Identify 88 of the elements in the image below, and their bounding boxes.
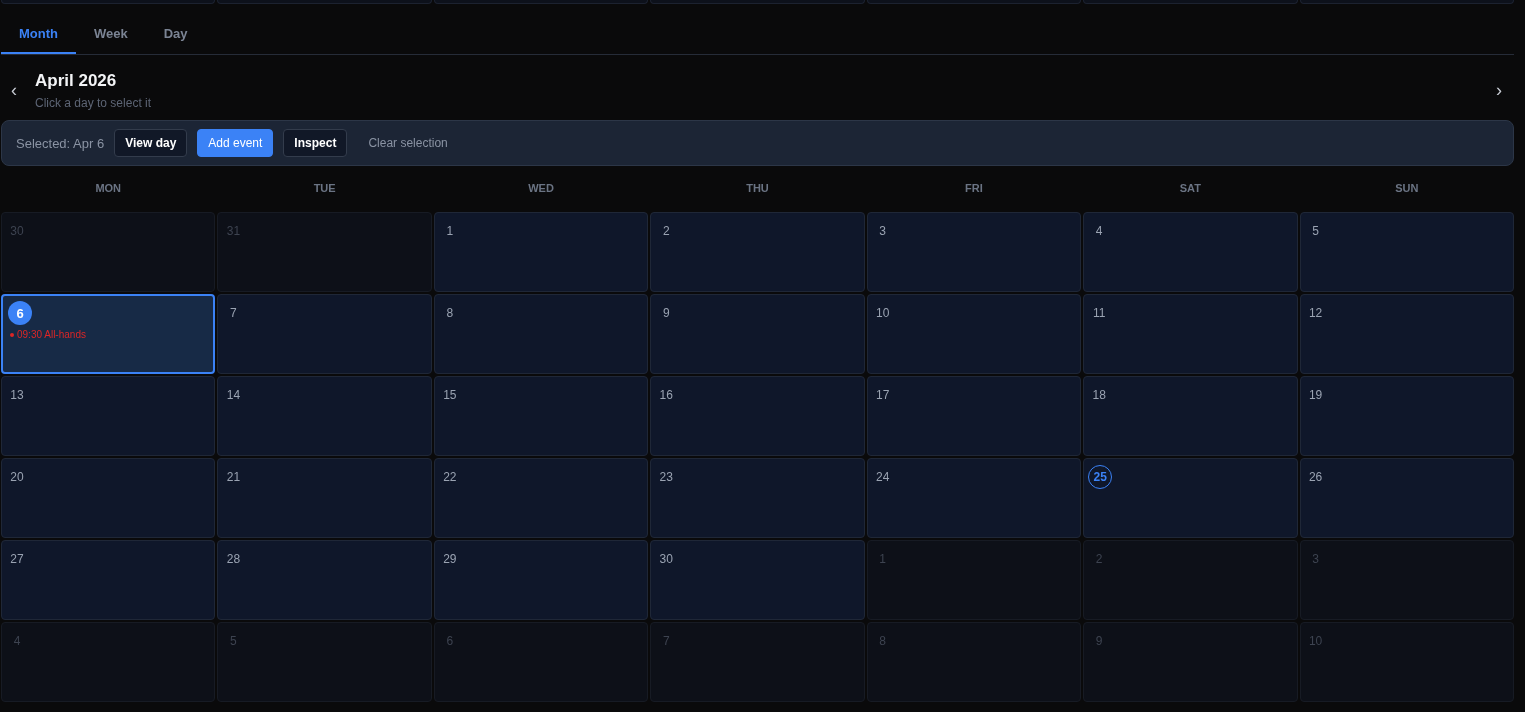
day-number: 16	[659, 387, 674, 403]
day-cell[interactable]: 24	[866, 458, 1082, 538]
day-cell[interactable]: 27	[1, 540, 216, 620]
day-number: 14	[226, 387, 241, 403]
day-cell[interactable]: 14	[217, 376, 432, 456]
day-cell[interactable]: 26	[1299, 458, 1514, 538]
weekday-label: FRI	[964, 182, 984, 196]
weekday-label: THU	[745, 182, 770, 196]
action-button[interactable]: Inspect	[283, 129, 348, 157]
day-cell[interactable]: 13	[1, 376, 216, 456]
day-cell[interactable]: 25	[1083, 458, 1298, 538]
day-number: 29	[442, 551, 457, 567]
day-number: 2	[661, 223, 671, 239]
day-number: 20	[10, 469, 24, 485]
day-number: 30	[659, 551, 674, 567]
day-cell[interactable]: 29	[433, 540, 649, 620]
month-subtitle: Click a day to select it	[35, 96, 153, 110]
selection-label: Selected: Apr 6	[16, 135, 105, 151]
view-tab[interactable]: Week	[76, 14, 146, 54]
day-number: 6	[8, 301, 32, 325]
view-tab[interactable]: Day	[145, 14, 206, 54]
weekday-label: TUE	[312, 182, 337, 196]
day-number: 13	[10, 387, 24, 403]
day-number: 28	[226, 551, 241, 567]
day-cell[interactable]: 22	[433, 458, 649, 538]
day-cell[interactable]: 21	[217, 458, 432, 538]
day-number: 2	[1094, 551, 1104, 567]
day-number: 15	[442, 387, 457, 403]
day-number: 27	[10, 551, 24, 567]
day-number: 5	[229, 633, 238, 649]
day-cell[interactable]: 16	[650, 376, 865, 456]
day-number: 7	[661, 633, 671, 649]
day-number: 4	[1094, 223, 1104, 239]
day-number: 21	[226, 469, 241, 485]
day-number: 1	[445, 223, 455, 239]
day-number: 5	[1311, 223, 1320, 239]
day-number: 17	[875, 387, 890, 403]
day-number: 24	[875, 469, 890, 485]
day-cell[interactable]: 23	[650, 458, 865, 538]
day-number: 4	[12, 633, 22, 649]
day-cell[interactable]: 2	[650, 212, 865, 292]
day-number: 3	[878, 223, 888, 239]
day-cell[interactable]: 28	[217, 540, 432, 620]
previous-month-button[interactable]: ‹	[7, 80, 21, 101]
day-cell[interactable]: 7	[217, 294, 432, 374]
day-cell[interactable]: 5	[1299, 212, 1514, 292]
day-cell[interactable]: 19	[1299, 376, 1514, 456]
day-number: 12	[1308, 305, 1323, 321]
action-button[interactable]: Add event	[197, 129, 274, 157]
day-cell[interactable]: 3	[866, 212, 1082, 292]
day-cell[interactable]: 6 09:30 All-hands	[1, 294, 216, 374]
day-number: 10	[1308, 633, 1323, 649]
month-title: April 2026	[35, 71, 118, 91]
day-cell[interactable]: 4	[1083, 212, 1298, 292]
action-button[interactable]: Clear selection	[357, 129, 459, 157]
weekday-label: MON	[94, 182, 123, 196]
day-cell[interactable]: 17	[866, 376, 1082, 456]
day-cell[interactable]: 10	[866, 294, 1082, 374]
day-cell[interactable]: 20	[1, 458, 216, 538]
day-cell[interactable]: 30	[650, 540, 865, 620]
view-tab[interactable]: Month	[1, 14, 76, 54]
day-number: 11	[1092, 305, 1107, 321]
day-number: 23	[659, 469, 674, 485]
day-cell[interactable]: 1	[433, 212, 649, 292]
day-number: 8	[445, 305, 455, 321]
day-cell[interactable]: 9	[650, 294, 865, 374]
day-cell[interactable]: 11	[1083, 294, 1298, 374]
day-number: 9	[661, 305, 671, 321]
day-number: 3	[1311, 551, 1320, 567]
day-number: 22	[442, 469, 457, 485]
day-cell[interactable]: 8	[433, 294, 649, 374]
day-number: 7	[229, 305, 238, 321]
day-cell[interactable]: 12	[1299, 294, 1514, 374]
action-button[interactable]: View day	[114, 129, 188, 157]
day-number: 19	[1308, 387, 1323, 403]
day-number: 1	[878, 551, 888, 567]
weekday-label: WED	[527, 182, 555, 196]
weekday-label: SUN	[1394, 182, 1420, 196]
next-month-button[interactable]: ›	[1492, 80, 1506, 101]
day-number: 30	[10, 223, 24, 239]
day-number: 26	[1308, 469, 1323, 485]
day-number: 18	[1092, 387, 1107, 403]
day-number: 8	[878, 633, 888, 649]
day-number: 10	[875, 305, 890, 321]
day-number: 31	[226, 223, 241, 239]
day-cell[interactable]: 15	[433, 376, 649, 456]
day-cell[interactable]: 18	[1083, 376, 1298, 456]
weekday-label: SAT	[1178, 182, 1202, 196]
